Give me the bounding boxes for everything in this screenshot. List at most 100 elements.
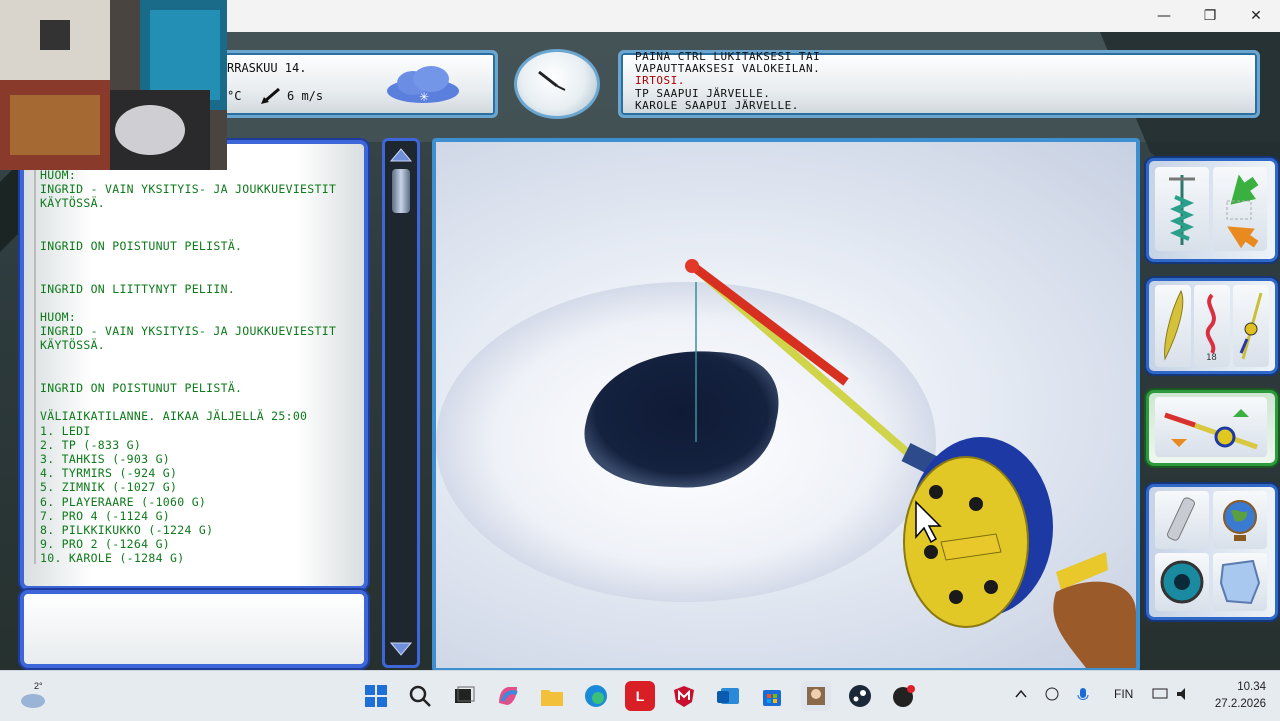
security-app-button[interactable]	[669, 681, 699, 711]
chat-line: INGRID - VAIN YKSITYIS- JA JOUKKUEVIESTI…	[40, 324, 337, 339]
float-button[interactable]	[1233, 285, 1269, 367]
bait-count-badge: 18	[1206, 353, 1217, 363]
show-hidden-icons-button[interactable]	[1014, 687, 1028, 704]
game-clock	[514, 49, 600, 119]
folder-icon	[541, 690, 563, 706]
chat-line: 5. ZIMNIK (-1027 G)	[40, 480, 178, 495]
wind-speed: 6 m/s	[287, 89, 324, 103]
microphone-icon	[1077, 688, 1089, 700]
scene-graphics	[436, 259, 1136, 668]
shield-m-icon	[674, 686, 694, 707]
display-icon	[1152, 688, 1168, 699]
rod-tip-ring	[685, 259, 699, 273]
weather-widget[interactable]: 2°	[18, 679, 52, 713]
weather-panel: RRASKUU 14. °C 6 m/s ✳	[210, 50, 498, 118]
sonar-button[interactable]	[1155, 553, 1209, 611]
map-button[interactable]	[1213, 553, 1267, 611]
ice-auger-button[interactable]	[1155, 167, 1209, 251]
steam-icon	[849, 685, 871, 707]
chat-line: INGRID - VAIN YKSITYIS- JA JOUKKUEVIESTI…	[40, 182, 337, 197]
chat-line: INGRID ON POISTUNUT PELISTÄ.	[40, 381, 243, 395]
ice-fishing-scene[interactable]	[432, 138, 1140, 672]
message-panel: PAINA CTRL LUKITAKSESI TAI VAPAUTTAAKSES…	[618, 50, 1260, 118]
spoon-lure-icon	[1164, 289, 1184, 361]
chat-line: KÄYTÖSSÄ.	[40, 196, 106, 211]
search-button[interactable]	[405, 681, 435, 711]
chat-line: 4. TYRMIRS (-924 G)	[40, 466, 178, 481]
rod-select-button[interactable]	[1155, 397, 1267, 457]
outlook-mail-icon	[717, 688, 739, 704]
chat-line: VÄLIAIKATILANNE. AIKAA JÄLJELLÄ 25:00	[40, 409, 308, 424]
move-arrows-icon	[1226, 174, 1259, 249]
chat-line: 6. PLAYERAARE (-1060 G)	[40, 494, 207, 509]
input-language[interactable]: FIN	[1114, 687, 1133, 701]
network-status[interactable]	[1044, 687, 1060, 704]
windows-taskbar: 2° L FIN 10.34 27.2.2026	[0, 670, 1280, 721]
chat-line: INGRID ON POISTUNUT PELISTÄ.	[40, 239, 243, 253]
scroll-thumb[interactable]	[392, 169, 410, 213]
recording-app-icon	[893, 685, 915, 707]
chat-line: 3. TAHKIS (-903 G)	[40, 452, 171, 466]
minimize-button[interactable]: —	[1141, 0, 1187, 32]
snow-cloud-icon: ✳	[387, 66, 459, 104]
restore-button[interactable]: ❐	[1187, 0, 1233, 32]
scroll-down-arrow-icon[interactable]	[389, 641, 413, 659]
temperature-unit: °C	[227, 89, 242, 103]
copilot-button[interactable]	[493, 681, 523, 711]
close-button[interactable]: ✕	[1233, 0, 1279, 32]
microphone-status[interactable]	[1076, 687, 1090, 706]
steam-button[interactable]	[845, 681, 875, 711]
speaker-icon	[1177, 688, 1185, 700]
recording-app-button[interactable]	[889, 681, 919, 711]
bait-button[interactable]: 18	[1194, 285, 1230, 367]
display-status[interactable]	[1152, 687, 1168, 704]
lure-button[interactable]	[1155, 285, 1191, 367]
chat-scrollbar[interactable]	[382, 138, 420, 668]
rod-select-icon	[1164, 409, 1258, 450]
sonar-eye-icon	[1160, 560, 1204, 604]
toolbar-group-misc	[1146, 484, 1278, 620]
toolbar-group-lures: 18	[1146, 278, 1278, 374]
globe-button[interactable]	[1213, 491, 1267, 549]
chat-line: HUOM:	[40, 168, 77, 182]
scroll-up-arrow-icon[interactable]	[389, 145, 413, 163]
move-location-button[interactable]	[1213, 167, 1267, 251]
wind-direction-arrow-icon	[261, 87, 280, 104]
chat-line: KÄYTÖSSÄ.	[40, 338, 106, 353]
edge-button[interactable]	[581, 681, 611, 711]
float-bobber-icon	[1239, 292, 1263, 360]
chat-line: 9. PRO 2 (-1264 G)	[40, 537, 171, 552]
clock-date[interactable]: 27.2.2026	[1196, 698, 1266, 710]
flashlight-icon	[1167, 497, 1195, 541]
flashlight-button[interactable]	[1155, 491, 1209, 549]
chat-line: 10. KAROLE (-1284 G)	[40, 551, 185, 566]
chat-line: INGRID ON LIITTYNYT PELIIN.	[40, 281, 236, 296]
chat-line: 8. PILKKIKUKKO (-1224 G)	[40, 523, 214, 537]
chat-line: 1. LEDI	[40, 423, 91, 438]
game-app-icon	[807, 687, 825, 705]
app-l-button[interactable]: L	[625, 681, 655, 711]
store-bag-icon	[763, 690, 781, 706]
copilot-icon	[499, 687, 518, 705]
ice-auger-icon	[1169, 175, 1195, 245]
chat-divider	[34, 164, 36, 564]
webcam-feed-image	[0, 0, 227, 170]
task-view-button[interactable]	[449, 681, 479, 711]
message-line: IRTOSI.	[635, 74, 685, 87]
clock-time[interactable]: 10.34	[1206, 681, 1266, 693]
toolbar-group-auger	[1146, 158, 1278, 262]
chat-line: 7. PRO 4 (-1124 G)	[40, 508, 171, 523]
windows-logo-icon	[365, 685, 387, 707]
store-button[interactable]	[757, 681, 787, 711]
globe-icon	[1223, 500, 1257, 541]
game-app-button[interactable]	[801, 681, 831, 711]
weather-temp: 2°	[34, 681, 43, 691]
chat-input-field[interactable]	[20, 590, 368, 668]
task-view-icon	[455, 686, 475, 703]
network-icon	[1045, 687, 1059, 701]
file-explorer-button[interactable]	[537, 681, 567, 711]
volume-status[interactable]	[1176, 687, 1192, 704]
outlook-button[interactable]	[713, 681, 743, 711]
rod-cork-grip	[1053, 581, 1136, 668]
start-button[interactable]	[361, 681, 391, 711]
